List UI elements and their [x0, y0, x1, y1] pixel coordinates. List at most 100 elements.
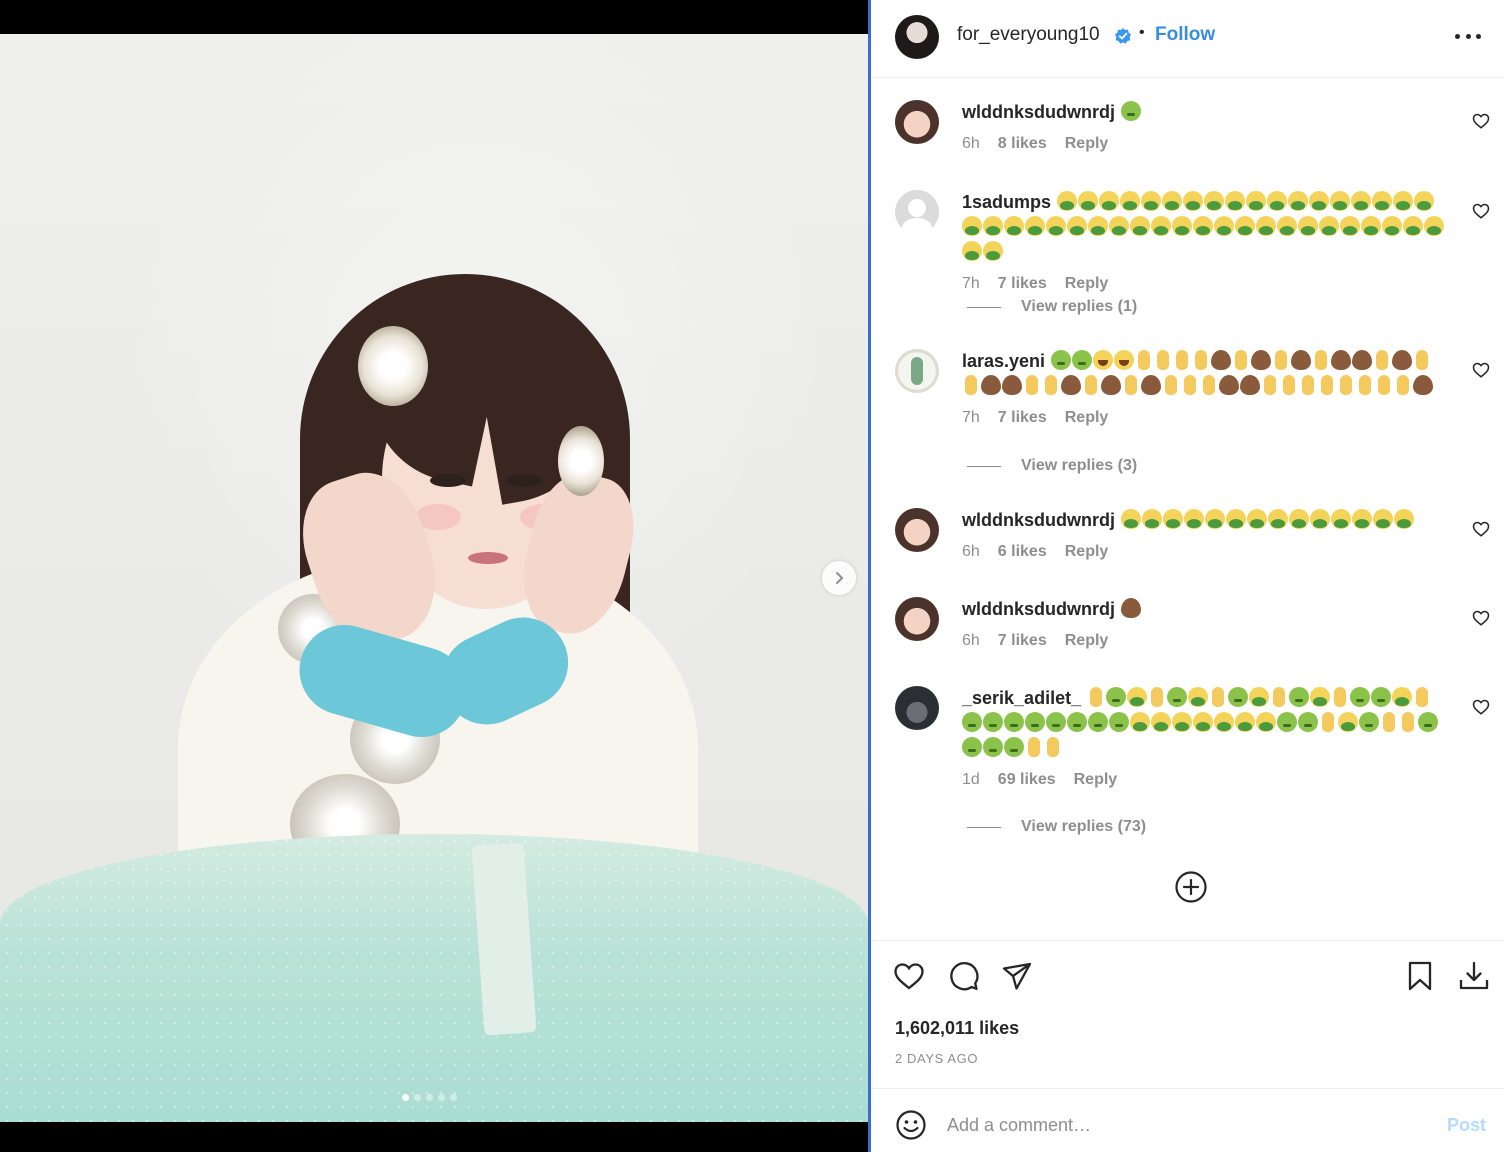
commenter-username[interactable]: wlddnksdudwnrdj	[962, 102, 1115, 122]
sick-face-emoji-icon	[1298, 712, 1318, 732]
comment-likes[interactable]: 8 likes	[998, 135, 1047, 153]
author-avatar[interactable]	[895, 15, 939, 59]
poo-emoji-icon	[1002, 375, 1022, 395]
commenter-username[interactable]: _serik_adilet_	[962, 688, 1081, 708]
more-options-icon[interactable]	[1455, 26, 1481, 46]
comment-emojis	[1121, 101, 1142, 122]
reply-button[interactable]: Reply	[1065, 632, 1109, 650]
sick-face-emoji-icon	[1046, 712, 1066, 732]
vomit-emoji-icon	[1025, 216, 1045, 236]
poo-emoji-icon	[1121, 598, 1141, 618]
finger-emoji-icon	[1397, 375, 1409, 395]
emoji-icon[interactable]	[895, 1109, 927, 1141]
post-likes-count[interactable]: 1,602,011 likes	[895, 1018, 1019, 1039]
comment-likes[interactable]: 69 likes	[998, 771, 1056, 789]
vomit-emoji-icon	[1184, 509, 1204, 529]
comment-body: 1sadumps 7h 7 likes Reply	[962, 190, 1450, 293]
heart-icon[interactable]	[893, 960, 925, 992]
view-replies-button[interactable]: View replies (3)	[967, 457, 1137, 475]
commenter-avatar[interactable]	[895, 100, 939, 144]
commenter-username[interactable]: wlddnksdudwnrdj	[962, 599, 1115, 619]
comment-emojis	[1121, 598, 1142, 619]
comment-like-heart-icon[interactable]	[1472, 202, 1490, 220]
commenter-username[interactable]: 1sadumps	[962, 192, 1051, 212]
finger-emoji-icon	[1321, 375, 1333, 395]
vomit-emoji-icon	[1172, 216, 1192, 236]
comment-text: _serik_adilet_	[962, 686, 1450, 761]
post-actions: 1,602,011 likes 2 DAYS AGO	[871, 940, 1504, 1088]
commenter-avatar[interactable]	[895, 508, 939, 552]
sick-face-emoji-icon	[962, 712, 982, 732]
sick-face-emoji-icon	[1418, 712, 1438, 732]
sick-face-emoji-icon	[1072, 350, 1093, 370]
comment-likes[interactable]: 7 likes	[998, 275, 1047, 293]
finger-emoji-icon	[1045, 375, 1057, 395]
comment-like-heart-icon[interactable]	[1472, 698, 1490, 716]
comment-likes[interactable]: 7 likes	[998, 409, 1047, 427]
poo-emoji-icon	[1413, 375, 1433, 395]
comment-meta: 7h 7 likes Reply	[962, 409, 1450, 427]
reply-button[interactable]: Reply	[1065, 409, 1109, 427]
vomit-emoji-icon	[1183, 191, 1204, 211]
poo-emoji-icon	[1211, 350, 1232, 370]
comment-meta: 1d 69 likes Reply	[962, 771, 1450, 789]
vomit-emoji-icon	[1121, 509, 1141, 529]
commenter-username[interactable]: laras.yeni	[962, 351, 1045, 371]
reply-button[interactable]: Reply	[1065, 275, 1109, 293]
poo-emoji-icon	[1392, 350, 1413, 370]
comment-likes[interactable]: 7 likes	[998, 632, 1047, 650]
post-comment-button[interactable]: Post	[1447, 1115, 1486, 1136]
vomit-emoji-icon	[1205, 509, 1225, 529]
commenter-username[interactable]: wlddnksdudwnrdj	[962, 510, 1115, 530]
poo-emoji-icon	[1101, 375, 1121, 395]
vomit-emoji-icon	[1151, 216, 1171, 236]
vomit-emoji-icon	[962, 241, 982, 261]
commenter-avatar[interactable]	[895, 349, 939, 393]
finger-emoji-icon	[1203, 375, 1215, 395]
comment-like-heart-icon[interactable]	[1472, 112, 1490, 130]
comment-like-heart-icon[interactable]	[1472, 520, 1490, 538]
comment-icon[interactable]	[947, 960, 979, 992]
view-replies-button[interactable]: View replies (1)	[967, 298, 1137, 316]
comment-like-heart-icon[interactable]	[1472, 361, 1490, 379]
vomit-emoji-icon	[1046, 216, 1066, 236]
comment-likes[interactable]: 6 likes	[998, 543, 1047, 561]
poo-emoji-icon	[1331, 350, 1352, 370]
carousel-dot	[426, 1094, 433, 1101]
vomit-emoji-icon	[1310, 509, 1330, 529]
finger-emoji-icon	[1275, 350, 1288, 370]
post-media	[0, 0, 868, 1152]
photo-eye	[430, 474, 466, 487]
vomit-emoji-icon	[1393, 191, 1414, 211]
follow-button[interactable]: Follow	[1155, 24, 1215, 46]
commenter-avatar[interactable]	[895, 686, 939, 730]
send-icon[interactable]	[1001, 960, 1033, 992]
comment-meta: 6h 7 likes Reply	[962, 632, 1450, 650]
finger-emoji-icon	[1028, 737, 1040, 757]
finger-emoji-icon	[1378, 375, 1390, 395]
bookmark-icon[interactable]	[1404, 960, 1436, 992]
sick-face-emoji-icon	[962, 737, 982, 757]
comment-input[interactable]	[947, 1111, 1427, 1139]
plus-circle-icon[interactable]	[1174, 870, 1208, 904]
vomit-emoji-icon	[1188, 687, 1209, 707]
vomit-emoji-icon	[1338, 712, 1358, 732]
comment-body: wlddnksdudwnrdj 6h 7 likes Reply	[962, 597, 1450, 650]
finger-emoji-icon	[1273, 687, 1286, 707]
finger-emoji-icon	[1235, 350, 1248, 370]
commenter-avatar[interactable]	[895, 190, 939, 234]
reply-button[interactable]: Reply	[1074, 771, 1118, 789]
reply-button[interactable]: Reply	[1065, 135, 1109, 153]
author-username[interactable]: for_everyoung10	[957, 24, 1100, 46]
finger-emoji-icon	[1138, 350, 1151, 370]
view-replies-line	[967, 826, 1001, 828]
view-replies-line	[967, 465, 1001, 467]
reply-button[interactable]: Reply	[1065, 543, 1109, 561]
comment-like-heart-icon[interactable]	[1472, 609, 1490, 627]
view-replies-button[interactable]: View replies (73)	[967, 818, 1146, 836]
carousel-next-button[interactable]	[822, 561, 856, 595]
download-icon[interactable]	[1458, 960, 1490, 992]
commenter-avatar[interactable]	[895, 597, 939, 641]
add-comment-bar: Post	[871, 1088, 1504, 1152]
vomit-emoji-icon	[1310, 687, 1331, 707]
